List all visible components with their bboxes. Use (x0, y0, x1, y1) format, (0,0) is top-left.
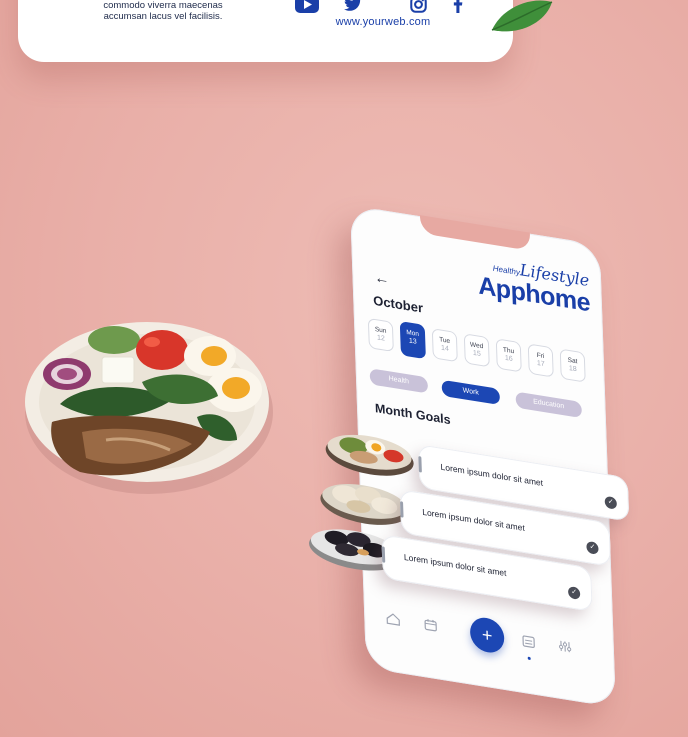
goal-text: Lorem ipsum dolor sit amet (440, 461, 544, 488)
check-circle-icon[interactable]: ✓ (604, 495, 617, 510)
promo-description: commodo viverra maecenas accumsan lacus … (78, 0, 248, 22)
goal-text: Lorem ipsum dolor sit amet (403, 551, 507, 579)
day-sat[interactable]: Sat 18 (559, 348, 586, 383)
social-links (293, 0, 473, 13)
promo-description-line: accumsan lacus vel facilisis. (103, 11, 223, 22)
youtube-icon[interactable] (295, 0, 319, 13)
day-fri[interactable]: Fri 17 (527, 343, 554, 378)
instagram-icon[interactable] (410, 0, 427, 13)
home-icon[interactable] (386, 612, 400, 626)
twitter-icon[interactable] (343, 0, 363, 12)
day-thu[interactable]: Thu 16 (495, 338, 522, 373)
goal-indicator (418, 456, 422, 473)
leaf-decoration (491, 0, 553, 32)
settings-sliders-icon[interactable] (558, 639, 572, 653)
day-mon[interactable]: Mon 13 (399, 320, 426, 360)
website-link[interactable]: www.yourweb.com (288, 16, 478, 28)
promo-description-line: commodo viverra maecenas (103, 0, 223, 11)
day-sun[interactable]: Sun 12 (367, 317, 394, 353)
check-circle-icon[interactable]: ✓ (567, 585, 581, 600)
promo-card: commodo viverra maecenas accumsan lacus … (18, 0, 513, 62)
active-indicator (527, 656, 531, 661)
planner-icon[interactable] (522, 634, 535, 650)
back-arrow-icon[interactable]: ← (374, 269, 390, 288)
day-tue[interactable]: Tue 14 (431, 328, 458, 363)
phone-mockup: HealthyLifestyle Apphome ← October Sun 1… (309, 205, 630, 708)
salad-plate-image (25, 322, 273, 494)
goal-indicator (400, 501, 404, 518)
check-circle-icon[interactable]: ✓ (586, 540, 599, 555)
facebook-icon[interactable] (453, 0, 463, 13)
day-wed[interactable]: Wed 15 (463, 333, 490, 368)
goal-indicator (381, 546, 386, 563)
goal-text: Lorem ipsum dolor sit amet (422, 506, 525, 534)
calendar-icon[interactable] (424, 618, 437, 632)
